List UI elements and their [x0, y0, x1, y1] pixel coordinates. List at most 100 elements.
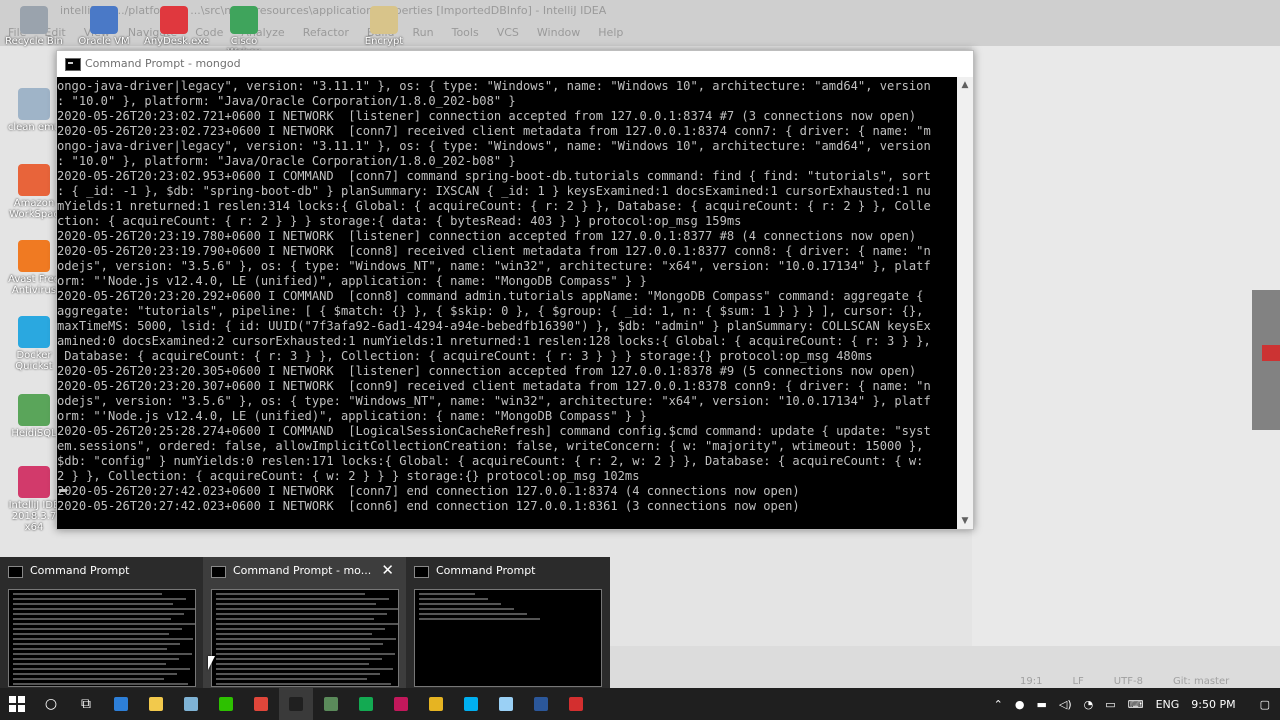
- taskbar-button-yellow-app[interactable]: [419, 688, 453, 720]
- desktop-icon-anydesk[interactable]: AnyDesk.exe: [144, 6, 209, 47]
- desktop-icon-label: IntelliJ IDE 2018.3.7 x64: [8, 500, 60, 533]
- store-icon: [114, 697, 128, 711]
- ide-menu-item[interactable]: Window: [537, 26, 580, 39]
- ide-editor-area: [972, 46, 1280, 646]
- console-line: odejs", version: "3.5.6" }, os: { type: …: [57, 394, 931, 408]
- taskbar-button-document[interactable]: [489, 688, 523, 720]
- preview-line: [216, 643, 384, 645]
- desktop-icon-encrypt[interactable]: Encrypt: [354, 6, 414, 47]
- desktop-icon-label: Avast Free Antivirus: [8, 274, 60, 296]
- preview-line: [13, 663, 166, 665]
- preview-line: [216, 623, 398, 625]
- taskbar-button-intellij[interactable]: [384, 688, 418, 720]
- preview-line: [216, 608, 398, 610]
- thumbnail-title: Command Prompt - mo...: [233, 564, 372, 577]
- taskbar-button-chrome[interactable]: [244, 688, 278, 720]
- thumbnail-preview: [211, 589, 399, 687]
- volume-icon[interactable]: ◁): [1059, 698, 1072, 711]
- preview-line: [216, 618, 375, 620]
- preview-line: [419, 618, 540, 620]
- cmd-icon: [8, 566, 23, 578]
- preview-line: [13, 613, 185, 615]
- preview-line: [13, 633, 170, 635]
- vertical-scrollbar[interactable]: ▲ ▼: [957, 77, 973, 529]
- preview-line: [13, 623, 195, 625]
- taskbar-button-search[interactable]: ○: [34, 688, 68, 720]
- notification-icon[interactable]: ▢: [1260, 698, 1270, 711]
- preview-line: [216, 603, 376, 605]
- desktop-icon-label: AnyDesk.exe: [144, 36, 209, 47]
- clock[interactable]: 9:50 PM: [1191, 698, 1235, 711]
- taskbar-button-command-prompt[interactable]: [279, 688, 313, 720]
- network-icon[interactable]: ◔: [1084, 698, 1094, 711]
- thumbnail-window[interactable]: Command Prompt: [0, 557, 203, 688]
- windows-start-button[interactable]: [0, 688, 34, 720]
- scroll-down-icon[interactable]: ▼: [957, 513, 973, 529]
- ide-menu-item[interactable]: VCS: [497, 26, 519, 39]
- word-icon: [534, 697, 548, 711]
- desktop-icon-label: Encrypt: [364, 36, 404, 47]
- taskbar-button-word[interactable]: [524, 688, 558, 720]
- console-line: amined:0 docsExamined:2 cursorExhausted:…: [57, 334, 931, 348]
- desktop-icon-intellij[interactable]: IntelliJ IDE 2018.3.7 x64: [6, 466, 62, 533]
- desktop-icon-docker[interactable]: Docker Quickst: [6, 316, 62, 372]
- desktop-icon-oracle-vm[interactable]: Oracle VM: [74, 6, 134, 47]
- cmd-icon: [414, 566, 429, 578]
- close-icon[interactable]: ✕: [381, 561, 394, 579]
- taskbar-button-file-explorer[interactable]: [139, 688, 173, 720]
- console-line: 2020-05-26T20:23:02.723+0600 I NETWORK […: [57, 124, 931, 138]
- skype-icon: [464, 697, 478, 711]
- thumbnail-window-active[interactable]: Command Prompt - mo... ✕: [203, 557, 406, 688]
- taskbar-button-notepad[interactable]: [174, 688, 208, 720]
- console-line: 2020-05-26T20:23:02.953+0600 I COMMAND […: [57, 169, 931, 183]
- preview-line: [13, 653, 192, 655]
- preview-line: [13, 603, 173, 605]
- hp-icon[interactable]: ●: [1015, 698, 1025, 711]
- taskbar-button-task-view[interactable]: ⧉: [69, 688, 103, 720]
- preview-line: [216, 673, 380, 675]
- console-line: orm: "'Node.js v12.4.0, LE (unified)", a…: [57, 409, 647, 423]
- window-titlebar[interactable]: Command Prompt - mongod: [57, 51, 973, 77]
- console-output[interactable]: ongo-java-driver|legacy", version: "3.11…: [57, 79, 957, 529]
- battery-icon[interactable]: ▭: [1105, 698, 1115, 711]
- taskbar-thumbnail-popup: Command Prompt Command Prompt - mo... ✕ …: [0, 557, 610, 688]
- window-title: Command Prompt - mongod: [85, 57, 241, 70]
- taskbar-button-mongodb-compass[interactable]: [314, 688, 348, 720]
- console-line: Database: { acquireCount: { r: 3 } }, Co…: [57, 349, 873, 363]
- language-indicator[interactable]: ENG: [1156, 698, 1180, 711]
- scroll-up-icon[interactable]: ▲: [957, 77, 973, 93]
- thumbnail-window[interactable]: Command Prompt: [406, 557, 609, 688]
- desktop-icon-label: Amazon WorkSpac: [9, 198, 59, 220]
- command-prompt-icon: [289, 697, 303, 711]
- tray-chevron-icon[interactable]: ⌃: [994, 698, 1003, 711]
- preview-line: [216, 613, 388, 615]
- desktop-icon-avast[interactable]: Avast Free Antivirus: [6, 240, 62, 296]
- wechat-icon: [219, 697, 233, 711]
- taskbar-button-green-app[interactable]: [349, 688, 383, 720]
- ide-menu-item[interactable]: Tools: [452, 26, 479, 39]
- desktop-icon-amazon-workspaces[interactable]: Amazon WorkSpac: [6, 164, 62, 220]
- search-icon: ○: [44, 696, 58, 712]
- desktop-icon-clean-emu[interactable]: clean emu: [6, 88, 62, 133]
- intellij-icon: [18, 466, 50, 498]
- desktop-icon-heidisql[interactable]: HeidiSQL: [6, 394, 62, 439]
- console-line: maxTimeMS: 5000, lsid: { id: UUID("7f3af…: [57, 319, 931, 333]
- command-prompt-window[interactable]: Command Prompt - mongod ongo-java-driver…: [56, 50, 974, 530]
- preview-line: [216, 628, 386, 630]
- keyboard-icon[interactable]: ⌨: [1128, 698, 1144, 711]
- console-line: 2 } }, Collection: { acquireCount: { w: …: [57, 469, 640, 483]
- ide-menu-item[interactable]: Help: [598, 26, 623, 39]
- ide-menu-item[interactable]: Run: [413, 26, 434, 39]
- preview-line: [13, 658, 179, 660]
- ide-title: intelliDB [.../platform] - ...\src\main\…: [60, 4, 607, 17]
- taskbar-button-skype[interactable]: [454, 688, 488, 720]
- console-line: 2020-05-26T20:23:19.790+0600 I NETWORK […: [57, 244, 931, 258]
- taskbar-button-red-app[interactable]: [559, 688, 593, 720]
- ide-menu-item[interactable]: Refactor: [303, 26, 349, 39]
- taskbar-button-store[interactable]: [104, 688, 138, 720]
- thumbnail-title: Command Prompt: [30, 564, 130, 577]
- desktop-icon-label: Docker Quickst: [15, 350, 53, 372]
- tray-app-icon[interactable]: ▬: [1036, 698, 1046, 711]
- ide-status-position: 19:1: [1020, 676, 1043, 687]
- taskbar-button-wechat[interactable]: [209, 688, 243, 720]
